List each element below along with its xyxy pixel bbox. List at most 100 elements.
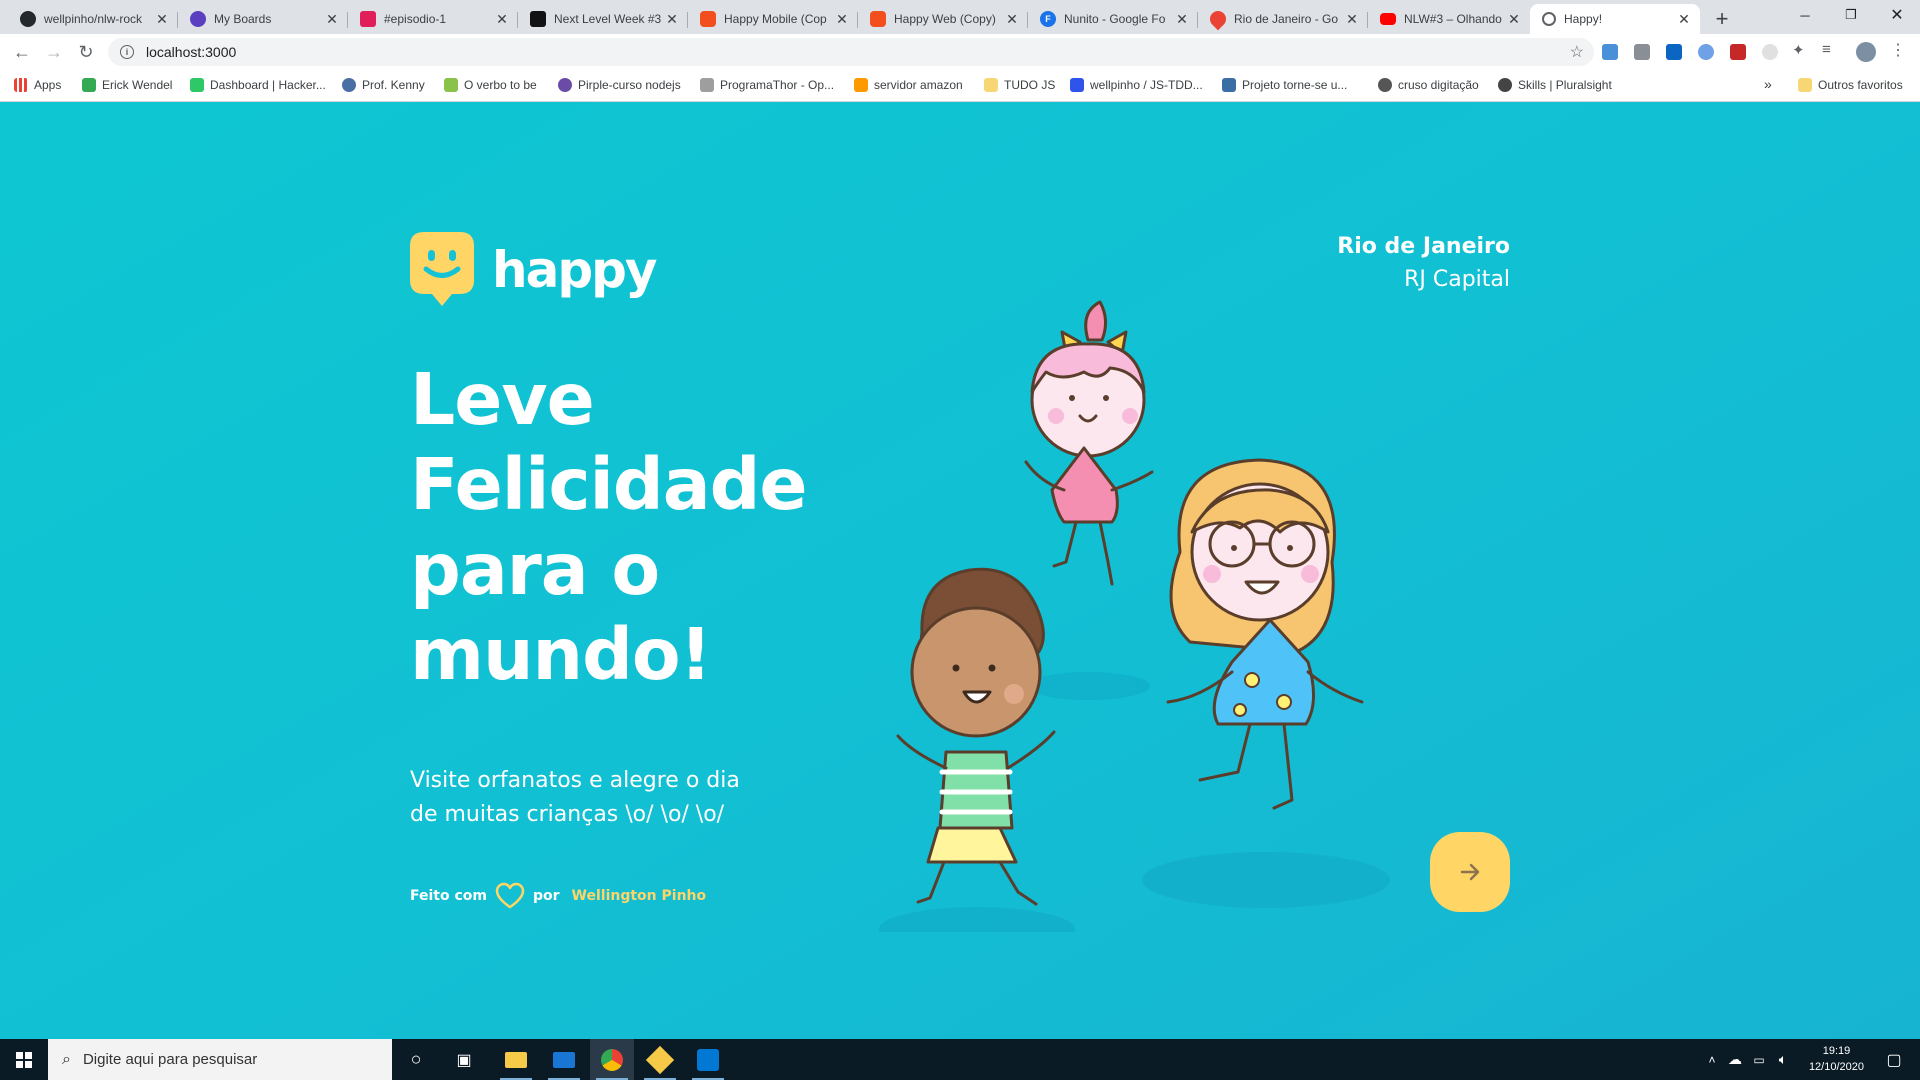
envelope-icon <box>553 1051 575 1068</box>
cortana-icon[interactable]: ○ <box>396 1039 436 1080</box>
media-queue-icon[interactable]: ≡ <box>1822 41 1838 58</box>
restore-button[interactable]: ❐ <box>1828 0 1874 30</box>
download-extension-icon[interactable] <box>1602 44 1618 60</box>
site-info-icon[interactable]: i <box>120 45 134 59</box>
close-icon[interactable]: ✕ <box>324 11 340 28</box>
close-icon[interactable]: ✕ <box>494 11 510 28</box>
close-icon[interactable]: ✕ <box>1004 11 1020 28</box>
bookmark-label: cruso digitação <box>1398 78 1479 92</box>
start-button[interactable] <box>0 1039 48 1080</box>
taskbar-search-box[interactable]: ⌕ Digite aqui para pesquisar <box>48 1039 392 1080</box>
tab-10-active[interactable]: Happy! ✕ <box>1530 4 1700 34</box>
tab-2[interactable]: My Boards ✕ <box>178 4 348 34</box>
enter-app-button[interactable] <box>1430 832 1510 912</box>
kids-illustration <box>879 300 1390 932</box>
figma-icon <box>700 11 716 27</box>
close-icon[interactable]: ✕ <box>1174 11 1190 28</box>
footer-credit: Feito com por Wellington Pinho <box>410 882 706 910</box>
extension-icon[interactable] <box>1730 44 1746 60</box>
tab-9[interactable]: NLW#3 – Olhando ✕ <box>1368 4 1530 34</box>
vscode-icon[interactable] <box>686 1039 730 1080</box>
bookmark-favicon-icon <box>1070 78 1084 92</box>
whimsical-icon <box>190 11 206 27</box>
tab-title: My Boards <box>214 12 272 26</box>
bookmark-item[interactable]: Prof. Kenny <box>342 78 425 92</box>
extension-icon[interactable] <box>1762 44 1778 60</box>
bookmark-item[interactable]: Pirple-curso nodejs <box>558 78 681 92</box>
more-bookmarks-label: » <box>1764 76 1772 92</box>
forward-button[interactable]: → <box>40 38 68 66</box>
heart-icon <box>495 882 525 909</box>
close-icon[interactable]: ✕ <box>1506 11 1522 28</box>
bookmark-label: Skills | Pluralsight <box>1518 78 1612 92</box>
chrome-icon[interactable] <box>590 1039 634 1080</box>
hackerrank-icon <box>190 78 204 92</box>
git-kraken-icon[interactable] <box>638 1039 682 1080</box>
new-tab-button[interactable]: + <box>1708 6 1736 34</box>
tab-title: Rio de Janeiro - Go <box>1234 12 1339 26</box>
bookmark-item[interactable]: Skills | Pluralsight <box>1498 78 1612 92</box>
bookmark-item[interactable]: ProgramaThor - Op... <box>700 78 834 92</box>
tab-title: NLW#3 – Olhando <box>1404 12 1502 26</box>
reload-button[interactable]: ↻ <box>72 38 100 66</box>
bookmark-label: servidor amazon <box>874 78 963 92</box>
bookmark-label: wellpinho / JS-TDD... <box>1090 78 1203 92</box>
more-bookmarks-button[interactable]: » <box>1764 76 1772 92</box>
close-icon[interactable]: ✕ <box>1344 11 1360 28</box>
author-link[interactable]: Wellington Pinho <box>572 888 707 904</box>
bookmark-star-icon[interactable]: ☆ <box>1570 42 1584 62</box>
tab-5[interactable]: Happy Mobile (Cop ✕ <box>688 4 858 34</box>
onedrive-icon[interactable]: ☁ <box>1724 1039 1746 1080</box>
address-bar[interactable]: i localhost:3000 ☆ <box>108 38 1594 66</box>
other-bookmarks-folder[interactable]: Outros favoritos <box>1798 78 1903 92</box>
close-icon[interactable]: ✕ <box>154 11 170 28</box>
minimize-button[interactable]: ─ <box>1782 0 1828 30</box>
bookmark-item[interactable]: servidor amazon <box>854 78 963 92</box>
bookmarks-bar: Apps Erick Wendel Dashboard | Hacker... … <box>0 70 1920 102</box>
volume-icon[interactable]: 🔈︎ <box>1772 1039 1794 1080</box>
clock-time: 19:19 <box>1822 1045 1851 1057</box>
camera-extension-icon[interactable] <box>1634 44 1650 60</box>
puzzle-extensions-icon[interactable]: ✦ <box>1792 41 1808 59</box>
tab-1[interactable]: wellpinho/nlw-rock ✕ <box>8 4 178 34</box>
chevron-up-icon[interactable]: ˄ <box>1702 1039 1722 1080</box>
bookmark-item[interactable]: wellpinho / JS-TDD... <box>1070 78 1203 92</box>
bookmark-item[interactable]: Projeto torne-se u... <box>1222 78 1347 92</box>
task-view-icon[interactable]: ▣ <box>444 1039 484 1080</box>
back-button[interactable]: ← <box>8 38 36 66</box>
aws-icon <box>854 78 868 92</box>
calendar-icon <box>360 11 376 27</box>
linkedin-extension-icon[interactable] <box>1666 44 1682 60</box>
menu-kebab-icon[interactable]: ⋮ <box>1890 40 1906 59</box>
bookmark-favicon-icon <box>558 78 572 92</box>
close-icon[interactable]: ✕ <box>834 11 850 28</box>
tab-6[interactable]: Happy Web (Copy) ✕ <box>858 4 1028 34</box>
system-clock[interactable]: 19:19 12/10/2020 <box>1809 1043 1864 1075</box>
file-explorer-icon[interactable] <box>494 1039 538 1080</box>
tab-title: Happy! <box>1564 12 1603 26</box>
tab-8[interactable]: Rio de Janeiro - Go ✕ <box>1198 4 1368 34</box>
network-icon[interactable]: ▭ <box>1748 1039 1770 1080</box>
landing-page: happy Rio de Janeiro RJ Capital Leve Fel… <box>0 102 1920 1039</box>
bookmark-item[interactable]: Dashboard | Hacker... <box>190 78 326 92</box>
tab-7[interactable]: F Nunito - Google Fo ✕ <box>1028 4 1198 34</box>
tab-title: Happy Mobile (Cop <box>724 12 827 26</box>
tab-4[interactable]: Next Level Week #3 ✕ <box>518 4 688 34</box>
close-window-button[interactable]: ✕ <box>1874 0 1920 30</box>
arrow-right-icon <box>1460 863 1480 881</box>
bookmark-favicon-icon <box>444 78 458 92</box>
extension-icon[interactable] <box>1698 44 1714 60</box>
browser-toolbar: ← → ↻ i localhost:3000 ☆ ✦ ≡ ⋮ <box>0 34 1920 70</box>
mail-icon[interactable] <box>542 1039 586 1080</box>
folder-icon <box>1798 78 1812 92</box>
bookmark-item[interactable]: Erick Wendel <box>82 78 172 92</box>
tab-3[interactable]: #episodio-1 ✕ <box>348 4 518 34</box>
notification-center-icon[interactable]: ▢ <box>1874 1039 1914 1080</box>
bookmark-folder[interactable]: TUDO JS <box>984 78 1055 92</box>
bookmark-apps[interactable]: Apps <box>14 78 61 92</box>
bookmark-item[interactable]: cruso digitação <box>1378 78 1479 92</box>
close-icon[interactable]: ✕ <box>664 11 680 28</box>
bookmark-item[interactable]: O verbo to be <box>444 78 537 92</box>
close-icon[interactable]: ✕ <box>1676 11 1692 28</box>
profile-avatar[interactable] <box>1856 42 1876 62</box>
